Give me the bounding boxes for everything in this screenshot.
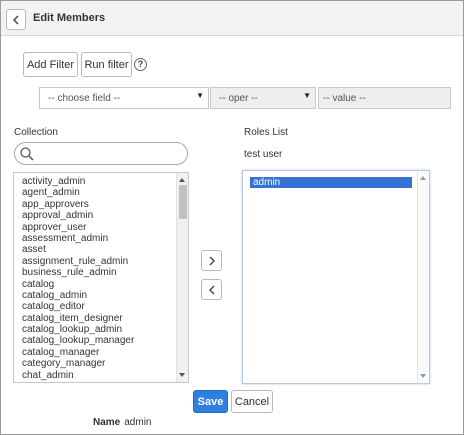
- collection-item[interactable]: catalog_item_designer: [22, 313, 134, 324]
- page-title: Edit Members: [33, 12, 106, 24]
- collection-item[interactable]: catalog_editor: [22, 301, 134, 312]
- scroll-down-icon[interactable]: [179, 373, 185, 377]
- collection-item[interactable]: catalog_manager: [22, 347, 134, 358]
- collection-item[interactable]: category_manager: [22, 358, 134, 369]
- collection-scrollbar[interactable]: [176, 173, 188, 382]
- collection-item[interactable]: agent_admin: [22, 187, 134, 198]
- name-value: admin: [124, 417, 152, 428]
- oper-select-value: -- oper --: [219, 92, 258, 104]
- scroll-thumb[interactable]: [179, 185, 187, 219]
- value-field[interactable]: -- value --: [318, 87, 451, 109]
- collection-item[interactable]: assessment_admin: [22, 233, 134, 244]
- collection-item[interactable]: activity_admin: [22, 176, 134, 187]
- caret-down-icon: ▼: [303, 91, 311, 100]
- modal-header: Edit Members: [1, 1, 463, 36]
- name-label: Name: [93, 417, 121, 428]
- collection-item[interactable]: approver_user: [22, 222, 134, 233]
- roles-scrollbar[interactable]: [417, 171, 429, 383]
- collection-item[interactable]: asset: [22, 244, 134, 255]
- collection-item[interactable]: catalog_lookup_admin: [22, 324, 134, 335]
- collection-item[interactable]: approval_admin: [22, 210, 134, 221]
- collection-item[interactable]: assignment_rule_admin: [22, 256, 134, 267]
- collection-item[interactable]: catalog_lookup_manager: [22, 335, 134, 346]
- collection-item[interactable]: app_approvers: [22, 199, 134, 210]
- back-button[interactable]: [6, 9, 26, 30]
- chevron-right-icon: [209, 256, 215, 265]
- save-button[interactable]: Save: [193, 390, 228, 413]
- roles-list-label: Roles List: [244, 127, 288, 138]
- cancel-button[interactable]: Cancel: [231, 390, 273, 413]
- roles-list-item[interactable]: admin: [250, 177, 412, 188]
- scroll-up-icon[interactable]: [420, 176, 426, 180]
- remove-from-roles-button[interactable]: [201, 279, 222, 300]
- run-filter-button[interactable]: Run filter: [81, 52, 132, 77]
- collection-search-input[interactable]: [14, 142, 188, 165]
- roles-list[interactable]: admin: [242, 170, 430, 384]
- collection-item[interactable]: catalog: [22, 279, 134, 290]
- field-select[interactable]: -- choose field -- ▼: [39, 87, 209, 109]
- collection-label: Collection: [14, 127, 58, 138]
- scroll-down-icon[interactable]: [420, 374, 426, 378]
- collection-list[interactable]: activity_admin agent_admin app_approvers ap…: [13, 172, 189, 383]
- scroll-up-icon[interactable]: [179, 178, 185, 182]
- name-row: Name admin: [93, 417, 152, 428]
- chevron-left-icon: [208, 285, 214, 294]
- search-icon: [20, 147, 34, 161]
- chevron-left-icon: [12, 14, 19, 25]
- collection-items: activity_admin agent_admin app_approvers ap…: [22, 176, 134, 381]
- field-select-value: -- choose field --: [48, 92, 121, 104]
- collection-item[interactable]: chat_admin: [22, 370, 134, 381]
- add-filter-button[interactable]: Add Filter: [23, 52, 78, 77]
- collection-item[interactable]: business_rule_admin: [22, 267, 134, 278]
- oper-select[interactable]: -- oper -- ▼: [210, 87, 316, 109]
- add-to-roles-button[interactable]: [201, 250, 222, 271]
- collection-item[interactable]: catalog_admin: [22, 290, 134, 301]
- roles-user-name: test user: [244, 149, 283, 160]
- help-icon[interactable]: ?: [134, 58, 147, 71]
- caret-down-icon: ▼: [196, 91, 204, 100]
